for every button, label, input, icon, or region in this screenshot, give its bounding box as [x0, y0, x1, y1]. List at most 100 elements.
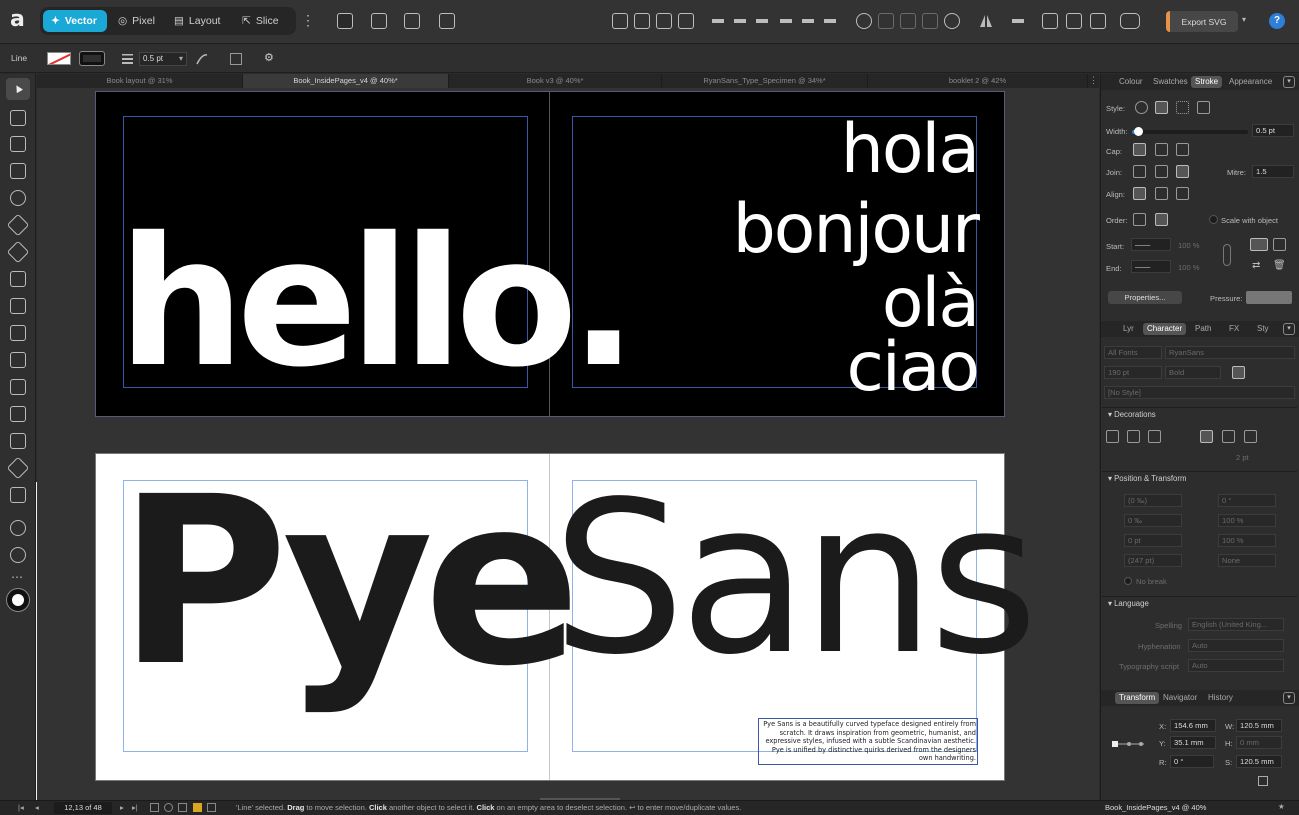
export-dropdown-icon[interactable]: ▾: [1242, 15, 1246, 24]
zoom-icon[interactable]: [207, 803, 216, 812]
text-tool-icon[interactable]: [10, 379, 26, 395]
tab-history[interactable]: History: [1204, 692, 1237, 704]
tracking-field[interactable]: 0 ‰: [1124, 514, 1182, 527]
baseline-field[interactable]: 0 pt: [1124, 534, 1182, 547]
tab-transform[interactable]: Transform: [1115, 692, 1160, 704]
font-options-icon[interactable]: [1232, 366, 1245, 379]
horizontal-scrollbar[interactable]: [0, 798, 1099, 800]
scrollbar-thumb[interactable]: [540, 798, 620, 800]
snapping-icon[interactable]: [371, 13, 387, 29]
tab-character[interactable]: Character: [1143, 323, 1187, 335]
hyphenation-select[interactable]: Auto: [1188, 639, 1284, 652]
butt-cap-icon[interactable]: [1133, 143, 1146, 156]
square-cap-icon[interactable]: [1176, 143, 1189, 156]
hand-tool-icon[interactable]: [10, 520, 26, 536]
boolean-xor-icon[interactable]: [922, 13, 938, 29]
colour-picker-icon[interactable]: [10, 487, 26, 503]
font-family-select[interactable]: RyanSans: [1165, 346, 1295, 359]
h-field[interactable]: 0 mm: [1236, 736, 1282, 749]
chevron-down-icon[interactable]: ▾: [179, 54, 183, 63]
shape-tool-icon[interactable]: [10, 352, 26, 368]
boolean-intersect-icon[interactable]: [900, 13, 916, 29]
panel-menu-icon[interactable]: ▾: [1283, 76, 1295, 88]
no-stroke-icon[interactable]: [1135, 101, 1148, 114]
align-left-icon[interactable]: [710, 13, 726, 29]
specimen-blurb[interactable]: Pye Sans is a beautifully curved typefac…: [758, 718, 978, 765]
bevel-join-icon[interactable]: [1176, 165, 1189, 178]
arrange-front-icon[interactable]: [678, 13, 694, 29]
stroke-swatch[interactable]: [79, 51, 105, 66]
colour-well-icon[interactable]: [6, 588, 30, 612]
double-underline-icon[interactable]: [1127, 430, 1140, 443]
underline-word-icon[interactable]: [1148, 430, 1161, 443]
decoration-size[interactable]: 2 pt: [1236, 453, 1249, 462]
miter-join-icon[interactable]: [1133, 165, 1146, 178]
spelling-select[interactable]: English (United King...: [1188, 618, 1284, 631]
arrowhead-position-icon[interactable]: [1273, 238, 1286, 251]
arrange-backward-icon[interactable]: [634, 13, 650, 29]
x-field[interactable]: 154.6 mm: [1170, 719, 1216, 732]
language-header[interactable]: ▾ Language: [1102, 596, 1297, 610]
next-page-icon[interactable]: ▸: [120, 803, 124, 812]
align-right-icon[interactable]: [754, 13, 770, 29]
persona-slice[interactable]: ⇱ Slice: [234, 10, 287, 32]
arrange-back-icon[interactable]: [612, 13, 628, 29]
star-icon[interactable]: ★: [1278, 802, 1285, 811]
text-style-select[interactable]: [No Style]: [1104, 386, 1295, 399]
align-inside-icon[interactable]: [1133, 187, 1146, 200]
double-strike-icon[interactable]: [1222, 430, 1235, 443]
group-icon[interactable]: [1042, 13, 1058, 29]
insert-target-icon[interactable]: [1066, 13, 1082, 29]
width-slider-knob[interactable]: [1133, 127, 1143, 136]
shear-field[interactable]: 0 °: [1218, 494, 1276, 507]
zoom-tool-icon[interactable]: [10, 547, 26, 563]
stroke-front-icon[interactable]: [1155, 213, 1168, 226]
stroke-behind-icon[interactable]: [1133, 213, 1146, 226]
vertical-scale-field[interactable]: 100 %: [1218, 514, 1276, 527]
tab-booklet-2[interactable]: booklet 2 @ 42%: [868, 74, 1088, 88]
underline-icon[interactable]: [1106, 430, 1119, 443]
help-button[interactable]: ?: [1269, 13, 1285, 29]
assistant-icon[interactable]: [337, 13, 353, 29]
horizontal-scale-field[interactable]: 100 %: [1218, 534, 1276, 547]
texture-line-icon[interactable]: [1197, 101, 1210, 114]
first-page-icon[interactable]: |◂: [18, 803, 24, 812]
leading-field[interactable]: (247 pt): [1124, 554, 1182, 567]
trash-icon[interactable]: 🗑: [1273, 260, 1286, 273]
boolean-add-icon[interactable]: [856, 13, 872, 29]
round-cap-icon[interactable]: [1155, 143, 1168, 156]
more-tools-icon[interactable]: ⋯: [11, 570, 23, 584]
transform-origin-icon[interactable]: [230, 53, 242, 65]
preview-icon[interactable]: [164, 803, 173, 812]
scale-with-object-toggle[interactable]: [1209, 215, 1218, 224]
pressure-curve-icon[interactable]: [196, 53, 208, 65]
round-join-icon[interactable]: [1155, 165, 1168, 178]
panel-menu-icon[interactable]: ▾: [1283, 692, 1295, 704]
more-menu-icon[interactable]: ⋮: [301, 12, 315, 29]
hello-headline[interactable]: hello.: [118, 214, 637, 392]
dark-spread[interactable]: hello. hola bonjour olà ciao: [95, 91, 1005, 417]
s-field[interactable]: 120.5 mm: [1236, 755, 1282, 768]
tab-book-v3[interactable]: Book v3 @ 40%*: [449, 74, 662, 88]
export-svg-button[interactable]: Export SVG: [1166, 11, 1238, 32]
greeting-bonjour[interactable]: bonjour: [678, 196, 980, 264]
vector-brush-icon[interactable]: [10, 271, 26, 287]
font-size-field[interactable]: 190 pt: [1104, 366, 1162, 379]
pen-tool-icon[interactable]: [6, 213, 30, 237]
decorations-header[interactable]: ▾ Decorations: [1102, 407, 1297, 421]
rectangle-tool-icon[interactable]: [10, 325, 26, 341]
place-image-icon[interactable]: [10, 406, 26, 422]
contour-tool-icon[interactable]: [10, 163, 26, 179]
panel-menu-icon[interactable]: ▾: [1283, 323, 1295, 335]
tab-fx[interactable]: FX: [1225, 323, 1243, 335]
app-logo[interactable]: a: [10, 9, 34, 33]
pressure-graph[interactable]: [1246, 291, 1292, 304]
node-tool-icon[interactable]: [10, 136, 26, 152]
mitre-field[interactable]: 1.5: [1252, 165, 1294, 178]
tab-stroke[interactable]: Stroke: [1191, 76, 1223, 88]
align-bottom-icon[interactable]: [822, 13, 838, 29]
kerning-field[interactable]: (0 ‰): [1124, 494, 1182, 507]
crop-tool-icon[interactable]: [10, 433, 26, 449]
grid-icon[interactable]: [404, 13, 420, 29]
align-center-icon[interactable]: [732, 13, 748, 29]
